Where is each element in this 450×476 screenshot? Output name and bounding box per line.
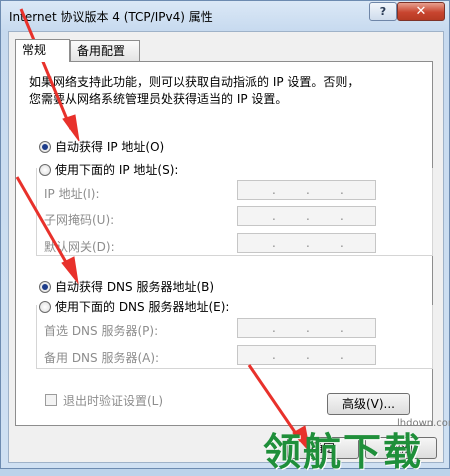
- default-gateway-input[interactable]: ...: [237, 233, 376, 253]
- tab-alternate-configuration[interactable]: 备用配置: [70, 40, 140, 61]
- title-bar[interactable]: Internet 协议版本 4 (TCP/IPv4) 属性 ? ✕: [1, 1, 449, 31]
- watermark-logo: 领航下载: [263, 430, 424, 474]
- auto-dns-radio[interactable]: [39, 280, 51, 293]
- auto-dns-option[interactable]: 自动获得 DNS 服务器地址(B): [39, 278, 214, 295]
- tab-general[interactable]: 常规: [15, 39, 70, 62]
- auto-dns-label: 自动获得 DNS 服务器地址(B): [55, 280, 215, 294]
- subnet-mask-input[interactable]: ...: [237, 206, 376, 226]
- ip-address-input[interactable]: ...: [237, 180, 376, 200]
- preferred-dns-input[interactable]: ...: [237, 318, 376, 338]
- preferred-dns-label: 首选 DNS 服务器(P):: [44, 324, 159, 338]
- ip-address-label: IP 地址(I):: [44, 187, 100, 201]
- alternate-dns-label: 备用 DNS 服务器(A):: [44, 351, 160, 365]
- validate-on-exit-label: 退出时验证设置(L): [63, 394, 164, 408]
- auto-ip-option[interactable]: 自动获得 IP 地址(O): [39, 138, 164, 155]
- default-gateway-label: 默认网关(D):: [44, 240, 115, 254]
- help-button[interactable]: ?: [369, 2, 397, 21]
- watermark-url: lhdown.com: [397, 418, 450, 429]
- properties-dialog: Internet 协议版本 4 (TCP/IPv4) 属性 ? ✕ 常规 备用配…: [0, 0, 450, 474]
- validate-on-exit-checkbox[interactable]: [45, 394, 57, 406]
- close-button[interactable]: ✕: [397, 2, 445, 21]
- description-text: 如果网络支持此功能，则可以获取自动指派的 IP 设置。否则， 您需要从网络系统管…: [29, 74, 399, 108]
- subnet-mask-label: 子网掩码(U):: [44, 213, 115, 227]
- description-line-1: 如果网络支持此功能，则可以获取自动指派的 IP 设置。否则，: [29, 75, 360, 89]
- auto-ip-label: 自动获得 IP 地址(O): [55, 140, 165, 154]
- description-line-2: 您需要从网络系统管理员处获得适当的 IP 设置。: [29, 92, 288, 106]
- advanced-button[interactable]: 高级(V)...: [327, 393, 410, 415]
- auto-ip-radio[interactable]: [39, 140, 51, 153]
- dialog-client-area: 常规 备用配置 如果网络支持此功能，则可以获取自动指派的 IP 设置。否则， 您…: [8, 31, 444, 463]
- dialog-title: Internet 协议版本 4 (TCP/IPv4) 属性: [9, 10, 213, 24]
- alternate-dns-input[interactable]: ...: [237, 345, 376, 365]
